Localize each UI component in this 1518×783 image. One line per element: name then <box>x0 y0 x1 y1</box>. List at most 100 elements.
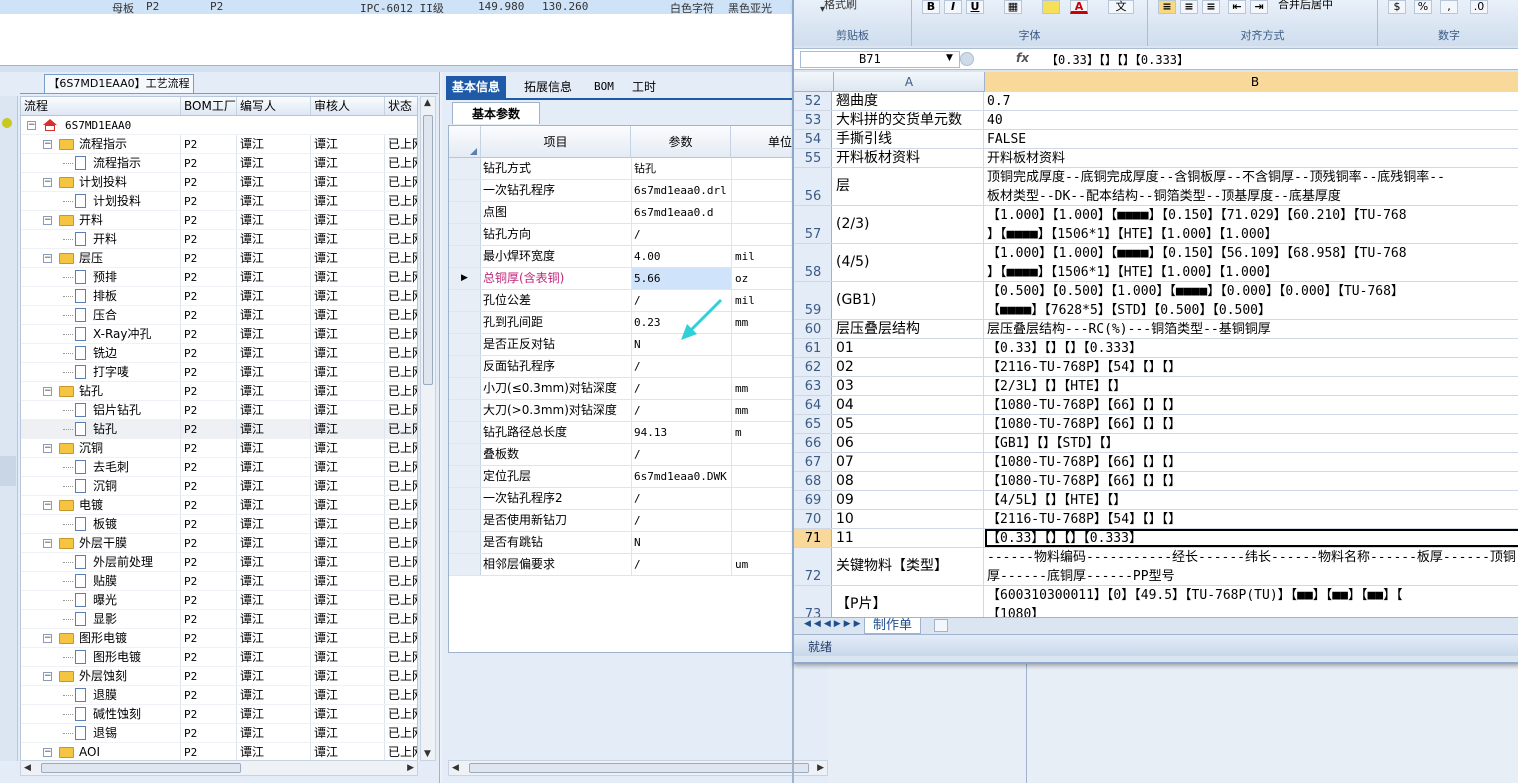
row-selector[interactable] <box>449 422 481 443</box>
cell-b[interactable]: 层压叠层结构---RC(%)---铜箔类型--基铜铜厚 <box>985 320 1518 338</box>
border-icon[interactable]: ▦ <box>1004 0 1022 14</box>
sheet-row[interactable]: 52 翘曲度 0.7 <box>794 92 1518 111</box>
cell-a[interactable]: 02 <box>834 358 984 376</box>
cell-b[interactable]: 【1.000】【1.000】【■■■■】【0.150】【56.109】【68.9… <box>985 244 1518 281</box>
cell-a[interactable]: 【P片】 <box>834 586 984 617</box>
cell-a[interactable]: 07 <box>834 453 984 471</box>
sheet-row[interactable]: 73 【P片】 【600310300011】【0】【49.5】【TU-768P(TU… <box>794 586 1518 617</box>
tree-step-row[interactable]: 计划投料 P2 谭江 谭江 已上网 <box>21 192 417 211</box>
cell-b[interactable]: 【4/5L】【】【HTE】【】 <box>985 491 1518 509</box>
sheet-row[interactable]: 66 06 【GB1】【】【STD】【】 <box>794 434 1518 453</box>
tree-group-row[interactable]: − 钻孔 P2 谭江 谭江 已上网 <box>21 382 417 401</box>
sheet-row[interactable]: 70 10 【2116-TU-768P】【54】【】【】 <box>794 510 1518 529</box>
cell-b[interactable]: 0.7 <box>985 92 1518 110</box>
row-header[interactable]: 67 <box>794 453 832 471</box>
sheet-row[interactable]: 71 11 【0.33】【】【】【0.333】 <box>794 529 1518 548</box>
sheet-nav-icon[interactable]: ◀◀◀▶▶▶ <box>804 619 864 629</box>
tree-step-row[interactable]: 排板 P2 谭江 谭江 已上网 <box>21 287 417 306</box>
row-header[interactable]: 68 <box>794 472 832 490</box>
cell-b[interactable]: 【1080-TU-768P】【66】【】【】 <box>985 415 1518 433</box>
tree-step-row[interactable]: 显影 P2 谭江 谭江 已上网 <box>21 610 417 629</box>
col-header-reviewer[interactable]: 审核人 <box>311 97 385 115</box>
param-value[interactable]: / <box>632 356 731 377</box>
decimal-icon[interactable]: .0 <box>1470 0 1488 14</box>
decrease-indent-icon[interactable]: ⇤ <box>1228 0 1246 14</box>
tree-step-row[interactable]: 铝片钻孔 P2 谭江 谭江 已上网 <box>21 401 417 420</box>
param-row[interactable]: 是否正反对钻 N <box>449 334 827 356</box>
cell-b[interactable]: 【0.500】【0.500】【1.000】【■■■■】【0.000】【0.000… <box>985 282 1518 319</box>
tree-step-row[interactable]: X-Ray冲孔 P2 谭江 谭江 已上网 <box>21 325 417 344</box>
cell-a[interactable]: 08 <box>834 472 984 490</box>
param-row[interactable]: ▶ 总铜厚(含表铜) 5.66 oz <box>449 268 827 290</box>
col-header-flow[interactable]: 流程 <box>21 97 181 115</box>
tree-group-row[interactable]: − 图形电镀 P2 谭江 谭江 已上网 <box>21 629 417 648</box>
bold-button[interactable]: B <box>922 0 940 14</box>
formula-input[interactable]: 【0.33】【】【】【0.333】 <box>1046 51 1189 68</box>
align-right-icon[interactable]: ≡ <box>1202 0 1220 14</box>
row-header[interactable]: 54 <box>794 130 832 148</box>
insert-function-button[interactable]: fx <box>1016 51 1029 65</box>
tree-step-row[interactable]: 贴膜 P2 谭江 谭江 已上网 <box>21 572 417 591</box>
param-value[interactable]: 钻孔 <box>632 158 731 179</box>
cell-b[interactable]: 【0.33】【】【】【0.333】 <box>985 339 1518 357</box>
param-row[interactable]: 小刀(≤0.3mm)对钻深度 / mm <box>449 378 827 400</box>
cell-a[interactable]: 03 <box>834 377 984 395</box>
cell-b[interactable]: 【1.000】【1.000】【■■■■】【0.150】【71.029】【60.2… <box>985 206 1518 243</box>
tree-step-row[interactable]: 打字唛 P2 谭江 谭江 已上网 <box>21 363 417 382</box>
tree-group-row[interactable]: − 流程指示 P2 谭江 谭江 已上网 <box>21 135 417 154</box>
row-selector[interactable] <box>449 334 481 355</box>
row-header[interactable]: 56 <box>794 168 832 205</box>
scroll-thumb[interactable] <box>423 115 433 385</box>
row-selector[interactable] <box>449 312 481 333</box>
sheet-row[interactable]: 55 开料板材资料 开料板材资料 <box>794 149 1518 168</box>
row-header[interactable]: 69 <box>794 491 832 509</box>
new-sheet-icon[interactable] <box>934 619 948 632</box>
param-value[interactable]: / <box>632 400 731 421</box>
tree-step-row[interactable]: 流程指示 P2 谭江 谭江 已上网 <box>21 154 417 173</box>
row-selector[interactable] <box>449 554 481 575</box>
comma-icon[interactable]: , <box>1440 0 1458 14</box>
cell-b[interactable]: 【1080-TU-768P】【66】【】【】 <box>985 472 1518 490</box>
row-header[interactable]: 53 <box>794 111 832 129</box>
chevron-down-icon[interactable]: ▼ <box>946 53 953 63</box>
cell-b[interactable]: 【1080-TU-768P】【66】【】【】 <box>985 396 1518 414</box>
cell-a[interactable]: (2/3) <box>834 206 984 243</box>
sheet-row[interactable]: 65 05 【1080-TU-768P】【66】【】【】 <box>794 415 1518 434</box>
tree-group-row[interactable]: − 外层干膜 P2 谭江 谭江 已上网 <box>21 534 417 553</box>
cell-b[interactable]: 40 <box>985 111 1518 129</box>
sheet-row[interactable]: 63 03 【2/3L】【】【HTE】【】 <box>794 377 1518 396</box>
cell-b[interactable]: ------物料编码-----------经长------纬长------物料名… <box>985 548 1518 585</box>
tree-step-row[interactable]: 预排 P2 谭江 谭江 已上网 <box>21 268 417 287</box>
param-row[interactable]: 定位孔层 6s7md1eaa0.DWK <box>449 466 827 488</box>
tab-process-flow[interactable]: 【6S7MD1EAA0】工艺流程 <box>44 74 194 94</box>
tree-root-row[interactable]: − 6S7MD1EAA0 <box>21 116 417 135</box>
tree-step-row[interactable]: 开料 P2 谭江 谭江 已上网 <box>21 230 417 249</box>
cell-a[interactable]: 04 <box>834 396 984 414</box>
param-value[interactable]: N <box>632 532 731 553</box>
row-header[interactable]: 65 <box>794 415 832 433</box>
param-value[interactable]: / <box>632 510 731 531</box>
scroll-thumb[interactable] <box>469 763 809 773</box>
subtab-basic-params[interactable]: 基本参数 <box>452 102 540 124</box>
parameter-grid[interactable]: 项目 参数 单位 钻孔方式 钻孔 一次钻孔程序 6s7md1eaa0.drl 点图 6s7… <box>448 125 828 653</box>
param-row[interactable]: 钻孔方向 / <box>449 224 827 246</box>
underline-button[interactable]: U <box>966 0 984 14</box>
italic-button[interactable]: I <box>944 0 962 14</box>
tree-step-row[interactable]: 碱性蚀刻 P2 谭江 谭江 已上网 <box>21 705 417 724</box>
row-header[interactable]: 71 <box>794 529 832 547</box>
collapse-icon[interactable]: − <box>27 121 36 130</box>
cell-b[interactable]: 【2116-TU-768P】【54】【】【】 <box>985 510 1518 528</box>
row-selector[interactable] <box>449 488 481 509</box>
sheet-row[interactable]: 53 大料拼的交货单元数 40 <box>794 111 1518 130</box>
cell-b[interactable]: 顶铜完成厚度--底铜完成厚度--含铜板厚--不含铜厚--顶残铜率--底残铜率--… <box>985 168 1518 205</box>
row-header[interactable]: 58 <box>794 244 832 281</box>
collapse-icon[interactable]: − <box>43 254 52 263</box>
param-row[interactable]: 叠板数 / <box>449 444 827 466</box>
cell-a[interactable]: 手撕引线 <box>834 130 984 148</box>
collapse-icon[interactable]: − <box>43 539 52 548</box>
scroll-down-icon[interactable]: ▼ <box>424 749 431 759</box>
param-row[interactable]: 点图 6s7md1eaa0.d <box>449 202 827 224</box>
param-row[interactable]: 反面钻孔程序 / <box>449 356 827 378</box>
param-value[interactable]: 6s7md1eaa0.DWK <box>632 466 731 487</box>
column-header-a[interactable]: A <box>834 72 985 92</box>
